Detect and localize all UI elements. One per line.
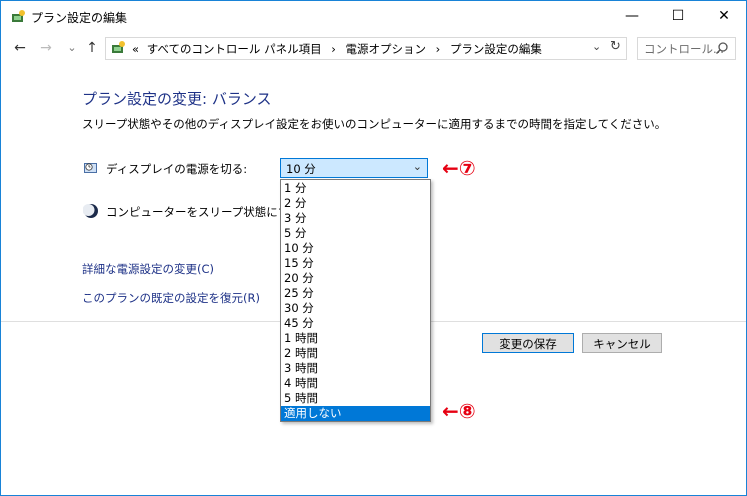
breadcrumb-item-all-items[interactable]: すべてのコントロール パネル項目	[147, 42, 322, 56]
breadcrumb-overflow[interactable]: «	[132, 42, 139, 56]
chevron-down-icon[interactable]: ⌄	[592, 40, 601, 53]
maximize-button[interactable]: ☐	[655, 2, 701, 31]
dropdown-option[interactable]: 5 分	[281, 226, 430, 241]
advanced-settings-link[interactable]: 詳細な電源設定の変更(C)	[82, 261, 214, 277]
sleep-label: コンピューターをスリープ状態にする:	[106, 205, 305, 219]
refresh-icon[interactable]: ↻	[610, 39, 621, 54]
dropdown-option[interactable]: 3 時間	[281, 361, 430, 376]
annotation-step-7: ←⑦	[442, 156, 476, 180]
dropdown-option[interactable]: 30 分	[281, 301, 430, 316]
back-button[interactable]: ←	[10, 39, 30, 57]
chevron-right-icon[interactable]: ›	[331, 42, 336, 56]
dropdown-option[interactable]: 5 時間	[281, 391, 430, 406]
dropdown-option-never[interactable]: 適用しない	[281, 406, 430, 421]
chevron-down-icon: ⌄	[412, 160, 422, 173]
monitor-clock-icon	[84, 163, 97, 173]
power-options-icon	[12, 10, 25, 22]
search-input[interactable]: コントロール...	[644, 41, 724, 57]
dropdown-option[interactable]: 1 分	[281, 181, 430, 196]
cancel-button[interactable]: キャンセル	[582, 333, 662, 353]
title-bar: プラン設定の編集 — ☐ ✕	[1, 1, 746, 31]
window-title: プラン設定の編集	[31, 11, 128, 25]
display-off-value: 10 分	[286, 162, 316, 176]
up-button[interactable]: ↑	[82, 39, 102, 57]
control-panel-icon	[112, 41, 125, 53]
minimize-button[interactable]: —	[609, 2, 655, 31]
display-off-label: ディスプレイの電源を切る:	[106, 162, 248, 176]
moon-icon	[83, 204, 98, 218]
dropdown-option[interactable]: 2 時間	[281, 346, 430, 361]
breadcrumb-item-power-options[interactable]: 電源オプション	[346, 42, 427, 56]
annotation-step-8: ←⑧	[442, 399, 476, 423]
chevron-right-icon[interactable]: ›	[436, 42, 441, 56]
page-description: スリープ状態やその他のディスプレイ設定をお使いのコンピューターに適用するまでの時…	[82, 117, 667, 131]
recent-locations-button[interactable]: ⌄	[62, 39, 82, 57]
restore-defaults-link[interactable]: このプランの既定の設定を復元(R)	[82, 290, 260, 306]
dropdown-option[interactable]: 1 時間	[281, 331, 430, 346]
forward-button[interactable]: →	[36, 39, 56, 57]
dropdown-option[interactable]: 20 分	[281, 271, 430, 286]
search-icon[interactable]	[715, 41, 729, 55]
page-title: プラン設定の変更: バランス	[82, 90, 272, 108]
save-button[interactable]: 変更の保存	[482, 333, 574, 353]
breadcrumb-item-edit-plan[interactable]: プラン設定の編集	[450, 42, 542, 56]
dropdown-option[interactable]: 3 分	[281, 211, 430, 226]
address-bar[interactable]: « すべてのコントロール パネル項目 › 電源オプション › プラン設定の編集 …	[105, 37, 627, 60]
dropdown-option[interactable]: 15 分	[281, 256, 430, 271]
dropdown-option[interactable]: 25 分	[281, 286, 430, 301]
breadcrumb: « すべてのコントロール パネル項目 › 電源オプション › プラン設定の編集	[132, 41, 542, 57]
search-box[interactable]: コントロール...	[637, 37, 736, 60]
close-button[interactable]: ✕	[701, 2, 747, 31]
dropdown-option[interactable]: 4 時間	[281, 376, 430, 391]
dropdown-option[interactable]: 10 分	[281, 241, 430, 256]
display-off-dropdown-list: 1 分 2 分 3 分 5 分 10 分 15 分 20 分 25 分 30 分…	[280, 179, 431, 422]
dropdown-option[interactable]: 45 分	[281, 316, 430, 331]
dropdown-option[interactable]: 2 分	[281, 196, 430, 211]
display-off-select[interactable]: 10 分 ⌄	[280, 158, 428, 178]
